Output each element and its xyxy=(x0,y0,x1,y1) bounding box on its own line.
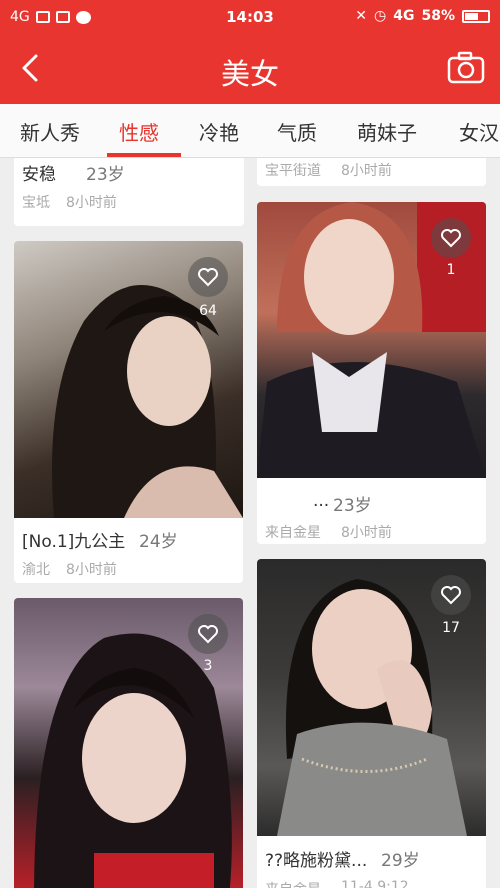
active-tab-indicator xyxy=(107,153,181,157)
profile-age: 24岁 xyxy=(139,532,178,552)
profile-age: 23岁 xyxy=(86,165,125,185)
tab-new[interactable]: 新人秀 xyxy=(20,117,80,146)
mute-icon: ✕ xyxy=(355,8,368,24)
profile-time: 8小时前 xyxy=(341,525,392,541)
profile-name: 安稳 xyxy=(22,165,56,185)
heart-icon xyxy=(198,268,218,287)
profile-time: 8小时前 xyxy=(341,163,392,179)
heart-icon xyxy=(441,229,461,248)
category-tabs: 新人秀 性感 冷艳 气质 萌妹子 女汉 xyxy=(0,104,500,158)
heart-icon xyxy=(441,586,461,605)
profile-location: 来自金星 xyxy=(265,525,321,541)
like-count: 3 xyxy=(203,658,213,674)
profile-card[interactable]: 安稳 23岁 宝坻 8小时前 xyxy=(14,158,244,226)
status-bar: 4G 14:03 ✕ ◷ 4G 58% xyxy=(0,0,500,34)
profile-card[interactable]: 3 xyxy=(14,598,243,888)
profile-photo[interactable]: 17 xyxy=(257,559,486,836)
profile-photo[interactable]: 3 xyxy=(14,598,243,888)
like-button[interactable] xyxy=(431,218,471,258)
camera-icon xyxy=(447,51,485,84)
profile-location: 渝北 xyxy=(22,562,50,578)
profile-photo[interactable]: 1 xyxy=(257,202,486,478)
like-button[interactable] xyxy=(188,257,228,297)
profile-time: 11-4 9:12 xyxy=(341,879,409,888)
like-count: 1 xyxy=(446,262,456,278)
tab-tomboy[interactable]: 女汉 xyxy=(459,117,499,146)
like-button[interactable] xyxy=(188,614,228,654)
profile-time: 8小时前 xyxy=(66,562,117,578)
profile-time: 8小时前 xyxy=(66,195,117,211)
profile-age: 23岁 xyxy=(333,496,372,516)
profile-card[interactable]: 17 ??略施粉黛... 29岁 来自金星 11-4 9:12 xyxy=(257,559,486,888)
profile-photo[interactable]: 64 xyxy=(14,241,243,518)
profile-name: ??略施粉黛... xyxy=(265,851,368,871)
like-count: 17 xyxy=(442,620,460,636)
title-bar: 美女 xyxy=(0,34,500,104)
tab-sexy[interactable]: 性感 xyxy=(119,117,159,146)
profile-name: ... xyxy=(313,491,330,511)
profile-card[interactable]: 宝平街道 8小时前 xyxy=(257,158,486,186)
like-button[interactable] xyxy=(431,575,471,615)
profile-location: 宝平街道 xyxy=(265,163,321,179)
like-count: 64 xyxy=(199,303,217,319)
profile-card[interactable]: 1 ... 23岁 来自金星 8小时前 xyxy=(257,202,486,544)
profile-location: 来自金星 xyxy=(265,879,321,888)
page-title: 美女 xyxy=(220,57,279,91)
tab-elegant[interactable]: 气质 xyxy=(277,117,317,146)
alarm-icon: ◷ xyxy=(374,8,387,24)
tab-cute[interactable]: 萌妹子 xyxy=(357,117,417,146)
heart-icon xyxy=(198,625,218,644)
camera-button[interactable] xyxy=(446,49,486,87)
profile-age: 29岁 xyxy=(381,851,420,871)
signal-indicator: 4G xyxy=(393,8,415,24)
profile-card[interactable]: 64 [No.1]九公主 24岁 渝北 8小时前 xyxy=(14,241,243,583)
battery-icon xyxy=(462,9,490,23)
photo-feed[interactable]: 安稳 23岁 宝坻 8小时前 宝平街道 8小时前 64 [No.1]九公主 24… xyxy=(0,158,500,888)
profile-location: 宝坻 xyxy=(22,195,50,211)
tab-cool[interactable]: 冷艳 xyxy=(199,117,239,146)
battery-percent: 58% xyxy=(421,8,455,24)
profile-name: [No.1]九公主 xyxy=(22,532,126,552)
